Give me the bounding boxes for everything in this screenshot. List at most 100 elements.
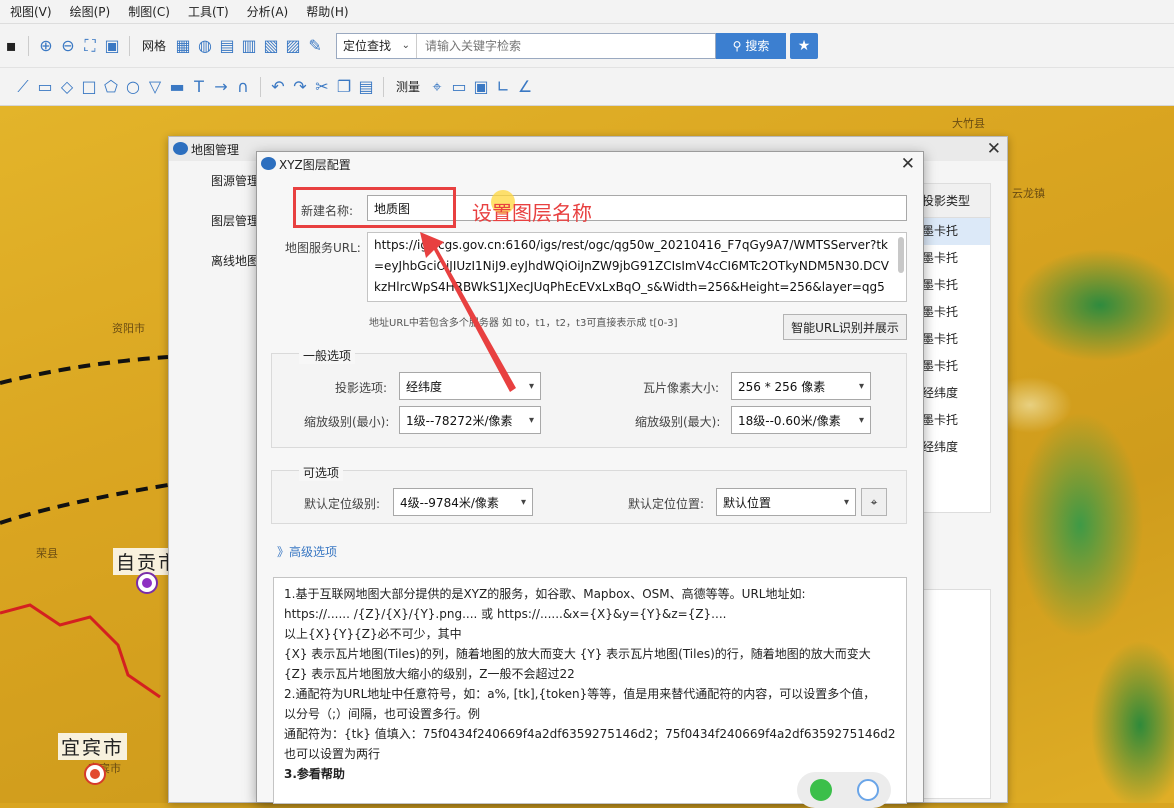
help-line: {X} 表示瓦片地图(Tiles)的列，随着地图的放大而变大 {Y} 表示瓦片地… bbox=[284, 647, 871, 661]
menu-cartography[interactable]: 制图(C) bbox=[128, 3, 170, 20]
zoom-max-value: 18级--0.60米/像素 bbox=[738, 413, 841, 428]
default-level-select[interactable]: 4级--9784米/像素 ▾ bbox=[393, 488, 533, 516]
menu-help[interactable]: 帮助(H) bbox=[306, 3, 348, 20]
square-icon[interactable]: □ bbox=[78, 76, 100, 98]
clear-broom-icon[interactable]: ✎ bbox=[304, 35, 326, 57]
triangle-icon[interactable]: ▽ bbox=[144, 76, 166, 98]
nav-source-manage[interactable]: 图源管理 bbox=[169, 161, 259, 201]
toolbar-divider bbox=[129, 35, 130, 56]
help-line: https://...... /{Z}/{X}/{Y}.png.... 或 ht… bbox=[284, 607, 727, 621]
menu-view[interactable]: 视图(V) bbox=[10, 3, 52, 20]
paste-icon[interactable]: ▤ bbox=[355, 76, 377, 98]
general-options-title: 一般选项 bbox=[299, 347, 356, 364]
chevron-down-icon: ▾ bbox=[858, 380, 864, 392]
city-marker-yibin[interactable] bbox=[84, 763, 106, 785]
zoom-max-select[interactable]: 18级--0.60米/像素 ▾ bbox=[731, 406, 871, 434]
search-mode-select[interactable]: 定位查找 ⌄ bbox=[337, 33, 418, 58]
nav-offline-map[interactable]: 离线地图 bbox=[169, 241, 259, 281]
globe-grid-icon[interactable]: ◍ bbox=[194, 35, 216, 57]
menu-bar: 视图(V) 绘图(P) 制图(C) 工具(T) 分析(A) 帮助(H) bbox=[0, 0, 1174, 24]
grid-lonlat-icon[interactable]: ▥ bbox=[238, 35, 260, 57]
service-url-textarea[interactable]: https://igs.cgs.gov.cn:6160/igs/rest/ogc… bbox=[367, 232, 907, 302]
zoom-extent-icon[interactable]: ⛶ bbox=[79, 35, 101, 57]
layer-list: 投影类型 墨卡托 墨卡托 墨卡托 墨卡托 墨卡托 墨卡托 经纬度 墨卡托 经纬度 bbox=[919, 183, 991, 513]
list-item[interactable]: 经纬度 bbox=[920, 434, 990, 461]
grid-icon[interactable]: ▦ bbox=[172, 35, 194, 57]
list-item[interactable]: 墨卡托 bbox=[920, 299, 990, 326]
search-icon: ⚲ bbox=[732, 38, 742, 53]
circle-icon[interactable]: ○ bbox=[122, 76, 144, 98]
search-button[interactable]: ⚲ 搜索 bbox=[716, 32, 787, 59]
grid-map-icon[interactable]: ▧ bbox=[260, 35, 282, 57]
fill-icon[interactable]: ▬ bbox=[166, 76, 188, 98]
chevron-down-icon: ▾ bbox=[858, 414, 864, 426]
grid-mercator-icon[interactable]: ▤ bbox=[216, 35, 238, 57]
main-toolbar: ▪ ⊕ ⊖ ⛶ ▣ 网格 ▦ ◍ ▤ ▥ ▧ ▨ ✎ 定位查找 ⌄ ⚲ 搜索 ★ bbox=[0, 24, 1174, 68]
menu-draw[interactable]: 绘图(P) bbox=[70, 3, 111, 20]
tile-size-select[interactable]: 256 * 256 像素 ▾ bbox=[731, 372, 871, 400]
menu-tools[interactable]: 工具(T) bbox=[188, 3, 229, 20]
default-position-select[interactable]: 默认位置 ▾ bbox=[716, 488, 856, 516]
zoom-min-value: 1级--78272米/像素 bbox=[406, 413, 513, 428]
location-search: 定位查找 ⌄ bbox=[336, 32, 717, 59]
location-pin-icon: ⌖ bbox=[870, 494, 878, 509]
ruler-icon[interactable]: ▭ bbox=[448, 76, 470, 98]
chevron-down-icon: ▾ bbox=[843, 496, 849, 508]
polyline-icon[interactable]: ⟋ bbox=[12, 76, 34, 98]
area-measure-icon[interactable]: ▣ bbox=[470, 76, 492, 98]
pin-icon[interactable]: ⌖ bbox=[426, 76, 448, 98]
layers-dropdown-icon[interactable]: ▪ bbox=[0, 35, 22, 57]
zoom-out-icon[interactable]: ⊖ bbox=[57, 35, 79, 57]
city-label-yibin: 宜宾市 bbox=[58, 733, 128, 760]
list-item[interactable]: 墨卡托 bbox=[920, 353, 990, 380]
arrow-icon[interactable]: → bbox=[210, 76, 232, 98]
favorite-star-button[interactable]: ★ bbox=[790, 32, 819, 59]
annotation-text: 设置图层名称 bbox=[472, 201, 592, 225]
wechat-icon[interactable] bbox=[809, 779, 832, 801]
text-tool-icon[interactable]: T bbox=[188, 76, 210, 98]
default-level-value: 4级--9784米/像素 bbox=[400, 495, 499, 510]
close-icon[interactable]: ✕ bbox=[901, 154, 915, 174]
pentagon-icon[interactable]: ⬠ bbox=[100, 76, 122, 98]
list-item[interactable]: 墨卡托 bbox=[920, 407, 990, 434]
map-label-dazhu: 大竹县 bbox=[952, 117, 985, 130]
city-marker-zigong[interactable] bbox=[136, 572, 158, 594]
pick-location-button[interactable]: ⌖ bbox=[861, 488, 887, 516]
angle-icon[interactable]: ∟ bbox=[492, 76, 514, 98]
zoom-in-icon[interactable]: ⊕ bbox=[35, 35, 57, 57]
undo-icon[interactable]: ↶ bbox=[267, 76, 289, 98]
nav-layer-manage[interactable]: 图层管理 bbox=[169, 201, 259, 241]
copy-icon[interactable]: ❐ bbox=[333, 76, 355, 98]
close-icon[interactable]: ✕ bbox=[987, 139, 1001, 159]
search-input[interactable] bbox=[417, 33, 716, 58]
url-scrollbar[interactable] bbox=[898, 237, 904, 273]
advanced-options-toggle[interactable]: 》高级选项 bbox=[277, 543, 337, 560]
zoom-min-select[interactable]: 1级--78272米/像素 ▾ bbox=[399, 406, 541, 434]
list-item[interactable]: 墨卡托 bbox=[920, 272, 990, 299]
azimuth-icon[interactable]: ∠ bbox=[514, 76, 536, 98]
list-item[interactable]: 墨卡托 bbox=[920, 326, 990, 353]
dialog-titlebar: XYZ图层配置 ✕ bbox=[257, 152, 923, 176]
help-text-box: 1.基于互联网地图大部分提供的是XYZ的服务，如谷歌、Mapbox、OSM、高德… bbox=[273, 577, 907, 804]
freeform-shape-icon[interactable]: ◇ bbox=[56, 76, 78, 98]
optional-options-title: 可选项 bbox=[299, 464, 344, 481]
map-boundaries bbox=[0, 355, 169, 699]
projection-select[interactable]: 经纬度 ▾ bbox=[399, 372, 541, 400]
fullscreen-icon[interactable]: ▣ bbox=[101, 35, 123, 57]
list-header-projection[interactable]: 投影类型 bbox=[920, 184, 990, 218]
redo-icon[interactable]: ↷ bbox=[289, 76, 311, 98]
projection-value: 经纬度 bbox=[406, 379, 443, 394]
rectangle-icon[interactable]: ▭ bbox=[34, 76, 56, 98]
default-position-value: 默认位置 bbox=[723, 495, 772, 510]
feedback-icon[interactable] bbox=[856, 779, 879, 801]
curve-icon[interactable]: ∩ bbox=[232, 76, 254, 98]
default-position-label: 默认定位位置: bbox=[628, 497, 705, 511]
list-item[interactable]: 墨卡托 bbox=[920, 245, 990, 272]
list-item[interactable]: 经纬度 bbox=[920, 380, 990, 407]
cut-icon[interactable]: ✂ bbox=[311, 76, 333, 98]
image-icon[interactable]: ▨ bbox=[282, 35, 304, 57]
list-item[interactable]: 墨卡托 bbox=[920, 218, 990, 245]
smart-url-button[interactable]: 智能URL识别并展示 bbox=[783, 314, 907, 340]
menu-analysis[interactable]: 分析(A) bbox=[247, 3, 289, 20]
zoom-max-label: 缩放级别(最大): bbox=[635, 415, 721, 429]
